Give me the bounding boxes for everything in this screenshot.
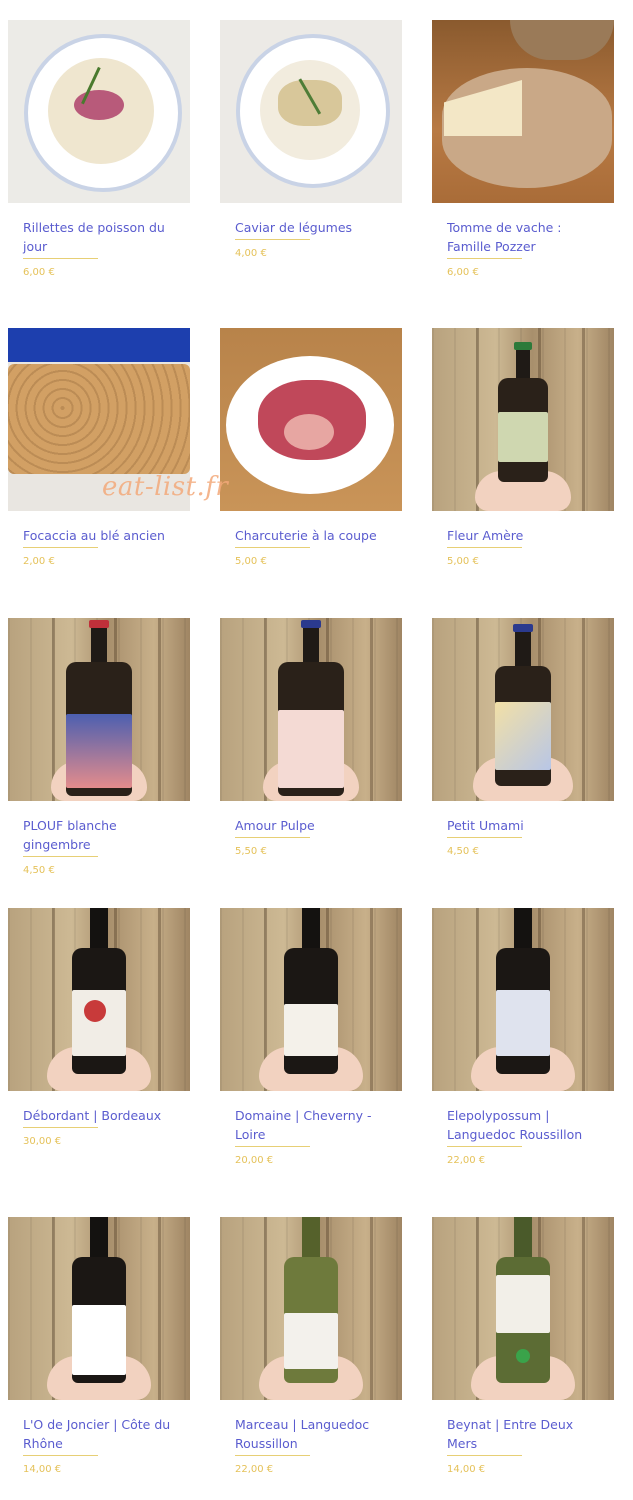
- product-title[interactable]: Elepolypossum | Languedoc Roussillon: [447, 1106, 607, 1144]
- watermark: eat-list.fr: [102, 472, 229, 502]
- product-price: 14,00 €: [447, 1464, 486, 1475]
- product-price: 4,50 €: [23, 865, 55, 876]
- title-underline: [23, 856, 98, 857]
- title-underline: [447, 258, 522, 259]
- title-underline: [23, 547, 98, 548]
- product-title[interactable]: Beynat | Entre Deux Mers: [447, 1415, 607, 1453]
- product-price: 2,00 €: [23, 556, 55, 567]
- product-card: Beynat | Entre Deux Mers 14,00 €: [432, 1217, 615, 1475]
- product-card: Fleur Amère 5,00 €: [432, 328, 615, 567]
- product-card: Petit Umami 4,50 €: [432, 618, 615, 857]
- product-card: Focaccia au blé ancien 2,00 €: [8, 328, 191, 567]
- product-title[interactable]: PLOUF blanche gingembre: [23, 816, 183, 854]
- product-image[interactable]: [432, 328, 614, 511]
- product-image[interactable]: [220, 908, 402, 1091]
- title-underline: [235, 1455, 310, 1456]
- product-title[interactable]: Domaine | Cheverny - Loire: [235, 1106, 395, 1144]
- product-image[interactable]: [8, 618, 190, 801]
- product-price: 30,00 €: [23, 1136, 62, 1147]
- title-underline: [447, 1146, 522, 1147]
- product-title[interactable]: Fleur Amère: [447, 526, 607, 545]
- title-underline: [23, 1455, 98, 1456]
- product-image[interactable]: [220, 20, 402, 203]
- product-price: 5,00 €: [447, 556, 479, 567]
- title-underline: [447, 837, 522, 838]
- product-title[interactable]: Charcuterie à la coupe: [235, 526, 395, 545]
- product-image[interactable]: [432, 20, 614, 203]
- title-underline: [447, 1455, 522, 1456]
- product-price: 4,50 €: [447, 846, 479, 857]
- product-title[interactable]: Caviar de légumes: [235, 218, 395, 237]
- product-title[interactable]: Focaccia au blé ancien: [23, 526, 183, 545]
- product-grid: Rillettes de poisson du jour 6,00 € Cavi…: [0, 0, 633, 1500]
- product-price: 14,00 €: [23, 1464, 62, 1475]
- product-price: 6,00 €: [23, 267, 55, 278]
- title-underline: [235, 1146, 310, 1147]
- product-card: Elepolypossum | Languedoc Roussillon 22,…: [432, 908, 615, 1166]
- title-underline: [235, 239, 310, 240]
- product-card: Rillettes de poisson du jour 6,00 €: [8, 20, 191, 278]
- product-card: Charcuterie à la coupe 5,00 €: [220, 328, 403, 567]
- product-image[interactable]: [432, 908, 614, 1091]
- product-card: Tomme de vache : Famille Pozzer 6,00 €: [432, 20, 615, 278]
- title-underline: [235, 837, 310, 838]
- product-image[interactable]: [220, 1217, 402, 1400]
- title-underline: [23, 258, 98, 259]
- product-image[interactable]: [8, 908, 190, 1091]
- product-card: Domaine | Cheverny - Loire 20,00 €: [220, 908, 403, 1166]
- product-card: PLOUF blanche gingembre 4,50 €: [8, 618, 191, 876]
- product-card: Débordant | Bordeaux 30,00 €: [8, 908, 191, 1147]
- product-title[interactable]: Tomme de vache : Famille Pozzer: [447, 218, 607, 256]
- product-price: 5,00 €: [235, 556, 267, 567]
- title-underline: [447, 547, 522, 548]
- title-underline: [23, 1127, 98, 1128]
- product-image[interactable]: [220, 618, 402, 801]
- product-card: Marceau | Languedoc Roussillon 22,00 €: [220, 1217, 403, 1475]
- product-image[interactable]: [432, 1217, 614, 1400]
- product-title[interactable]: L'O de Joncier | Côte du Rhône: [23, 1415, 183, 1453]
- product-price: 6,00 €: [447, 267, 479, 278]
- product-image[interactable]: [8, 20, 190, 203]
- product-price: 5,50 €: [235, 846, 267, 857]
- product-card: Amour Pulpe 5,50 €: [220, 618, 403, 857]
- product-card: Caviar de légumes 4,00 €: [220, 20, 403, 259]
- product-title[interactable]: Amour Pulpe: [235, 816, 395, 835]
- title-underline: [235, 547, 310, 548]
- product-image[interactable]: [8, 1217, 190, 1400]
- product-image[interactable]: [432, 618, 614, 801]
- product-title[interactable]: Rillettes de poisson du jour: [23, 218, 183, 256]
- product-title[interactable]: Petit Umami: [447, 816, 607, 835]
- product-title[interactable]: Marceau | Languedoc Roussillon: [235, 1415, 395, 1453]
- product-card: L'O de Joncier | Côte du Rhône 14,00 €: [8, 1217, 191, 1475]
- product-price: 4,00 €: [235, 248, 267, 259]
- product-price: 20,00 €: [235, 1155, 274, 1166]
- product-price: 22,00 €: [447, 1155, 486, 1166]
- product-title[interactable]: Débordant | Bordeaux: [23, 1106, 183, 1125]
- product-image[interactable]: [220, 328, 402, 511]
- product-price: 22,00 €: [235, 1464, 274, 1475]
